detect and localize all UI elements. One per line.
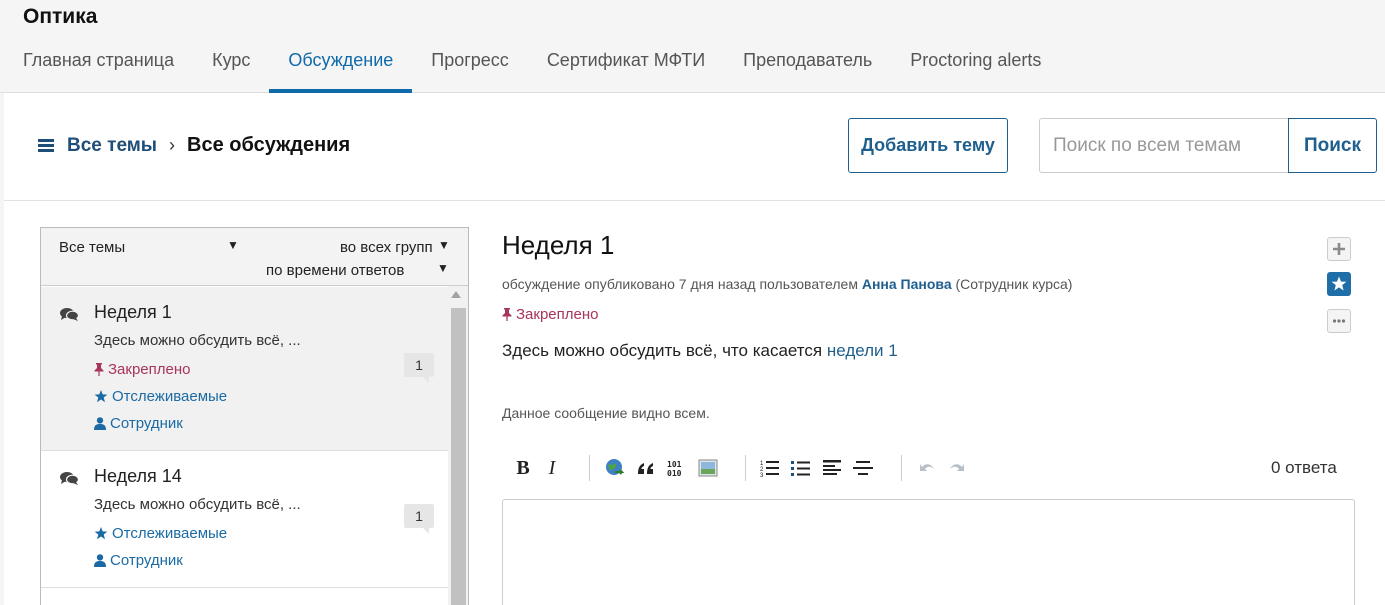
breadcrumb-all-topics[interactable]: Все темы — [67, 135, 157, 157]
menu-icon[interactable] — [38, 139, 54, 152]
add-topic-button[interactable]: Добавить тему — [848, 118, 1008, 173]
toolbar-divider — [745, 455, 746, 481]
breadcrumb-current: Все обсуждения — [187, 134, 351, 156]
plus-icon — [1333, 243, 1345, 255]
post-body: Здесь можно обсудить всё, что касается н… — [502, 341, 898, 360]
thread-title: Неделя 1 — [94, 302, 172, 322]
tab-course[interactable]: Курс — [193, 38, 269, 93]
group-filter[interactable]: во всех группах — [340, 239, 433, 256]
visibility-note: Данное сообщение видно всем. — [502, 405, 710, 421]
undo-icon[interactable] — [916, 457, 938, 479]
post-title: Неделя 1 — [502, 230, 615, 260]
post-pinned-label: Закреплено — [502, 306, 599, 323]
toolbar-divider — [901, 455, 902, 481]
followed-label: Отслеживаемые — [94, 388, 227, 405]
svg-text:101: 101 — [667, 460, 682, 469]
heading-icon[interactable] — [821, 457, 843, 479]
horizontal-rule-icon[interactable] — [852, 457, 874, 479]
discussion-page: Все темы › Все обсуждения Добавить тему … — [4, 93, 1385, 605]
tab-certificate[interactable]: Сертификат МФТИ — [528, 38, 724, 93]
bold-icon[interactable]: B — [512, 457, 534, 479]
numbered-list-icon[interactable]: 123 — [759, 457, 781, 479]
more-actions-button[interactable] — [1327, 309, 1351, 333]
topic-filter[interactable]: Все темы — [59, 239, 125, 256]
svg-text:3: 3 — [760, 473, 764, 477]
user-icon — [94, 554, 106, 567]
image-icon[interactable] — [697, 457, 719, 479]
tab-progress[interactable]: Прогресс — [412, 38, 528, 93]
scroll-up-arrow-icon[interactable] — [451, 291, 461, 298]
course-tabs: Главная страница Курс Обсуждение Прогрес… — [4, 38, 1060, 93]
discussion-icon — [60, 308, 79, 321]
response-count: 0 ответа — [1271, 458, 1337, 477]
breadcrumb: Все темы › Все обсуждения — [38, 134, 350, 157]
redo-icon[interactable] — [946, 457, 968, 479]
caret-down-icon[interactable]: ▼ — [227, 238, 239, 252]
discussion-toolbar: Все темы › Все обсуждения Добавить тему … — [4, 93, 1385, 201]
discussion-icon — [60, 472, 79, 485]
code-icon[interactable]: 101 010 — [666, 457, 688, 479]
post-author-role: (Сотрудник курса) — [955, 276, 1073, 292]
post-body-link[interactable]: недели 1 — [827, 341, 898, 360]
sort-filter[interactable]: по времени ответов — [266, 262, 404, 279]
response-count-badge: 1 — [404, 353, 434, 383]
thread-preview: Здесь можно обсудить всё, ... — [94, 496, 301, 513]
link-icon[interactable] — [604, 457, 626, 479]
pinned-label: Закреплено — [94, 361, 191, 378]
thread-filters: Все темы ▼ во всех группах ▼ по времени … — [41, 228, 468, 286]
tab-home[interactable]: Главная страница — [4, 38, 193, 93]
thread-list: Все темы ▼ во всех группах ▼ по времени … — [40, 227, 469, 605]
tab-proctoring-alerts[interactable]: Proctoring alerts — [891, 38, 1060, 93]
bullet-list-icon[interactable] — [790, 457, 812, 479]
post-meta: обсуждение опубликовано 7 дня назад поль… — [502, 276, 1073, 292]
post-author-link[interactable]: Анна Панова — [862, 276, 952, 292]
blockquote-icon[interactable] — [635, 457, 657, 479]
thread-item[interactable]: Неделя 14 Здесь можно обсудить всё, ... … — [41, 451, 448, 588]
editor-toolbar: B I 101 010 123 0 ответа — [502, 453, 1357, 483]
star-icon — [1331, 276, 1347, 291]
toolbar-divider — [589, 455, 590, 481]
follow-button[interactable] — [1327, 272, 1351, 296]
tab-discussion[interactable]: Обсуждение — [269, 38, 413, 93]
ellipsis-icon — [1332, 319, 1346, 323]
search-input[interactable] — [1039, 118, 1289, 173]
staff-label: Сотрудник — [94, 552, 183, 569]
search-button[interactable]: Поиск — [1288, 118, 1377, 173]
staff-label: Сотрудник — [94, 415, 183, 432]
course-header: Оптика Главная страница Курс Обсуждение … — [0, 0, 1385, 93]
pin-icon — [502, 308, 512, 321]
scrollbar-thumb[interactable] — [451, 308, 466, 605]
star-icon — [94, 390, 108, 403]
breadcrumb-separator: › — [169, 135, 176, 155]
response-editor[interactable] — [502, 499, 1355, 605]
caret-down-icon[interactable]: ▼ — [438, 238, 450, 252]
thread-preview: Здесь можно обсудить всё, ... — [94, 332, 301, 349]
italic-icon[interactable]: I — [541, 457, 563, 479]
add-response-button[interactable] — [1327, 237, 1351, 261]
tab-instructor[interactable]: Преподаватель — [724, 38, 891, 93]
followed-label: Отслеживаемые — [94, 525, 227, 542]
course-title: Оптика — [23, 5, 98, 28]
thread-post: Неделя 1 обсуждение опубликовано 7 дня н… — [502, 227, 1357, 605]
user-icon — [94, 417, 106, 430]
caret-down-icon[interactable]: ▼ — [437, 261, 449, 275]
pin-icon — [94, 363, 104, 376]
star-icon — [94, 527, 108, 540]
response-count-badge: 1 — [404, 504, 434, 534]
svg-text:010: 010 — [667, 469, 682, 477]
thread-item[interactable]: Неделя 1 Здесь можно обсудить всё, ... З… — [41, 287, 448, 451]
thread-title: Неделя 14 — [94, 466, 182, 486]
